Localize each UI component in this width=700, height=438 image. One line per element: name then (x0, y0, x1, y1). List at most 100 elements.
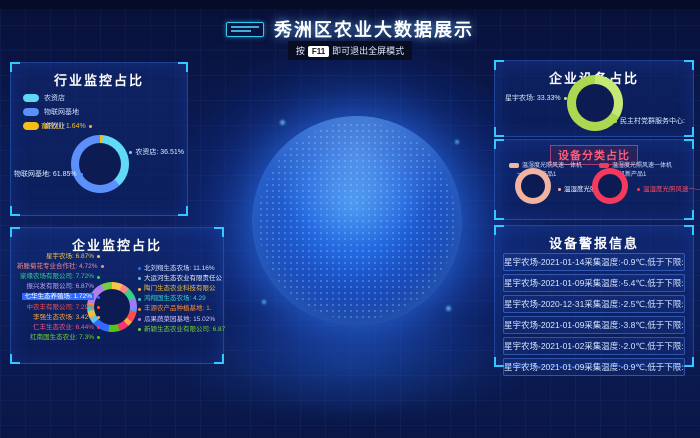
hint-prefix: 按 (296, 46, 305, 56)
industry-panel: 行业监控占比 农资店 物联网基地 畜牧业 畜牧业: 1.64% 农资店: 36.… (10, 62, 188, 216)
legend-swatch (23, 108, 39, 116)
callout-dot (97, 255, 100, 258)
corner-accent (10, 354, 20, 364)
chart-callout: 星宇农场: 6.87% (17, 252, 103, 262)
glow-dot (262, 300, 266, 304)
corner-accent (494, 225, 504, 235)
callout-dot (101, 265, 104, 268)
industry-panel-title: 行业监控占比 (11, 70, 187, 89)
globe-visualization (252, 116, 462, 326)
chart-callout-highlighted: 七华生态养殖场: 1.72% (17, 292, 103, 302)
chart-callout: 新颖生态农业有限公司: 6.87 (135, 325, 221, 335)
corner-accent (494, 127, 504, 137)
hint-suffix: 即可退出全屏模式 (332, 46, 404, 56)
chart-callout: 北刘翔生态农场: 11.16% (135, 264, 221, 274)
alarm-panel: 设备警报信息 星宇农场-2021-01-14采集温度:-0.9℃,低于下限:0℃… (494, 225, 694, 367)
callout-dot (97, 276, 100, 279)
chart-callout: 中农丰有限公司: 7.29% (17, 303, 103, 313)
corner-accent (10, 62, 20, 72)
alarm-list: 星宇农场-2021-01-14采集温度:-0.9℃,低于下限:0℃ 星宇农场-2… (495, 250, 693, 376)
callout-dot (138, 308, 141, 311)
corner-accent (494, 139, 504, 149)
chart-callout: 仁丰生态农业: 6.44% (17, 323, 103, 333)
alarm-row: 星宇农场-2021-01-14采集温度:-0.9℃,低于下限:0℃ (503, 253, 685, 271)
callout-dot (637, 188, 640, 191)
chart-callout: 瓜果蔬菜园基地: 15.02% (135, 315, 221, 325)
enterprise-panel: 企业监控占比 星宇农场: 6.87% 新塍菊花专业合作社: 4.72% 家缘农场… (10, 227, 224, 364)
corner-accent (178, 62, 188, 72)
callout-dot (138, 328, 141, 331)
callout-dot (129, 151, 132, 154)
chart-callout: 温湿度光照风速一— (634, 183, 700, 193)
callout-dot (614, 120, 617, 123)
callout-dot (138, 288, 141, 291)
legend-swatch (23, 122, 39, 130)
alarm-row: 星宇农场-2021-01-09采集温度:-3.8℃,低于下限:0℃ (503, 316, 685, 334)
corner-accent (684, 210, 694, 220)
page-title: 秀洲区农业大数据展示 (274, 16, 474, 42)
corner-accent (684, 60, 694, 70)
legend-item: 物联网基地 (23, 107, 79, 117)
corner-accent (178, 206, 188, 216)
callout-dot (558, 188, 561, 191)
callout-dot (80, 173, 83, 176)
callout-dot (138, 298, 141, 301)
chart-callout: 红南国生态农业: 7.3% (17, 333, 103, 343)
chart-callout: 民主村党群服务中心: (611, 116, 685, 126)
chart-callout: 家缘农场有限公司: 7.72% (17, 272, 103, 282)
callout-dot (138, 318, 141, 321)
chart-callout: 新塍菊花专业合作社: 4.72% (17, 262, 103, 272)
chart-callout: 丰源农产品种植基地: 1. (135, 304, 221, 314)
alarm-row: 星宇农场-2021-01-09采集温度:-5.4℃,低于下限:0℃ (503, 274, 685, 292)
chart-callout: 振兴发有限公司: 6.87% (17, 282, 103, 292)
alarm-row: 星宇农场-2021-01-09采集温度:-0.9℃,低于下限:0℃ (503, 358, 685, 376)
corner-accent (10, 206, 20, 216)
callout-dot (138, 277, 141, 280)
corner-accent (494, 60, 504, 70)
callout-dot (138, 267, 141, 270)
alarm-row: 星宇农场-2021-01-02采集温度:-2.0℃,低于下限:0℃ (503, 337, 685, 355)
corner-accent (10, 227, 20, 237)
class-donut-right (592, 168, 628, 204)
callout-dot (97, 296, 100, 299)
legend-item: 农资店 (23, 93, 79, 103)
chart-callout: 星宇农场: 33.33% (505, 93, 570, 103)
corner-accent (494, 210, 504, 220)
industry-donut-chart (71, 135, 129, 193)
callout-dot (97, 286, 100, 289)
callout-dot (97, 336, 100, 339)
corner-accent (684, 139, 694, 149)
corner-accent (214, 354, 224, 364)
chart-callout: 农资店: 36.51% (126, 147, 184, 157)
header-logo (226, 22, 264, 37)
enterprise-labels-left: 星宇农场: 6.87% 新塍菊花专业合作社: 4.72% 家缘农场有限公司: 7… (17, 252, 103, 343)
alarm-row: 星宇农场-2020-12-31采集温度:-2.5℃,低于下限:0℃ (503, 295, 685, 313)
corner-accent (214, 227, 224, 237)
header: 秀洲区农业大数据展示 (0, 16, 700, 42)
glow-dot (446, 306, 451, 311)
chart-callout: 李强生态农场: 3.42% (17, 313, 103, 323)
dashboard: 秀洲区农业大数据展示 按F11即可退出全屏模式 行业监控占比 农资店 物联网基地… (0, 0, 700, 438)
chart-callout: 畜牧业: 1.64% (41, 121, 95, 131)
device-class-panel: 设备分类占比 温湿度光照风速一体机 一体机新产品1 温湿度光照风速一— 温湿度光… (494, 139, 694, 220)
corner-accent (684, 127, 694, 137)
class-donut-left (515, 168, 551, 204)
chart-callout: 大运河生态农业有限责任公 (135, 274, 221, 284)
chart-callout: 鸿翔国生态农场: 4.29 (135, 294, 221, 304)
glow-dot (280, 120, 285, 125)
top-bar (0, 0, 700, 9)
chart-callout: 陶门生态农业科技有限公 (135, 284, 221, 294)
legend-swatch (23, 94, 39, 102)
callout-dot (564, 97, 567, 100)
glow-dot (455, 140, 459, 144)
fullscreen-hint: 按F11即可退出全屏模式 (0, 41, 700, 60)
enterprise-labels-right: 北刘翔生态农场: 11.16% 大运河生态农业有限责任公 陶门生态农业科技有限公… (135, 264, 221, 335)
callout-dot (97, 316, 100, 319)
f11-key: F11 (308, 46, 329, 57)
callout-dot (97, 306, 100, 309)
device-panel: 企业设备占比 星宇农场: 33.33% 民主村党群服务中心: (494, 60, 694, 137)
callout-dot (97, 326, 100, 329)
chart-callout: 物联网基地: 61.85% (14, 169, 86, 179)
callout-dot (89, 125, 92, 128)
corner-accent (684, 225, 694, 235)
